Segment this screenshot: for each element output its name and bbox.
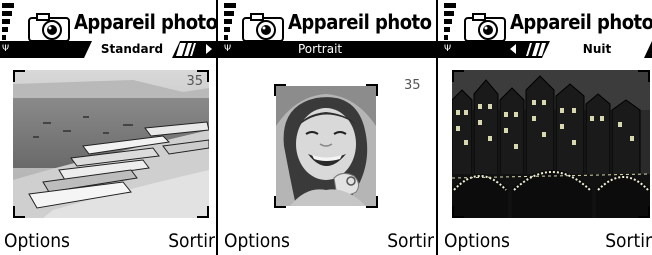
viewfinder: 35 [13, 70, 209, 218]
focus-corner [274, 84, 286, 96]
focus-corner [366, 84, 378, 96]
camera-screen-portrait: Appareil photo Ψ Portrait 35 Options Sor… [218, 0, 436, 255]
viewfinder-image [276, 86, 376, 206]
arrow-left-icon[interactable] [510, 44, 516, 54]
app-title: Appareil photo [74, 10, 216, 34]
viewfinder [452, 70, 650, 218]
focus-corner [197, 206, 209, 218]
options-softkey[interactable]: Options [4, 230, 70, 252]
viewfinder [274, 84, 378, 208]
camera-screen-night: Appareil photo Ψ Nuit Options Sortir [438, 0, 652, 255]
exit-softkey[interactable]: Sortir [168, 230, 215, 252]
exit-softkey[interactable]: Sortir [387, 230, 434, 252]
mode-tab-bar: Ψ Portrait [218, 41, 436, 58]
photo-count: 35 [404, 78, 421, 93]
camera-icon [28, 13, 70, 42]
antenna-icon: Ψ [224, 44, 232, 54]
arrow-right-icon[interactable] [206, 44, 212, 54]
app-title: Appareil photo [288, 10, 432, 34]
options-softkey[interactable]: Options [224, 230, 290, 252]
viewfinder-image [452, 70, 650, 218]
focus-corner [638, 206, 650, 218]
antenna-icon: Ψ [2, 44, 10, 54]
mode-tab-bar: Ψ Nuit [438, 41, 652, 58]
camera-icon [242, 13, 284, 42]
focus-corner [638, 70, 650, 82]
camera-icon [464, 13, 506, 42]
focus-corner [366, 196, 378, 208]
mode-tab-bar: Ψ Standard [0, 41, 216, 58]
photo-count: 35 [186, 74, 203, 89]
mode-tab-night[interactable]: Nuit [542, 41, 652, 58]
viewfinder-image [13, 70, 209, 218]
tab-stripes [176, 43, 196, 56]
antenna-icon: Ψ [444, 44, 452, 54]
mode-tab-portrait[interactable]: Portrait [298, 41, 342, 58]
focus-corner [452, 70, 464, 82]
tab-stripes [526, 43, 546, 56]
options-softkey[interactable]: Options [444, 230, 510, 252]
exit-softkey[interactable]: Sortir [605, 230, 652, 252]
focus-corner [452, 206, 464, 218]
app-title: Appareil photo [510, 10, 652, 34]
mode-tab-standard[interactable]: Standard [84, 41, 180, 58]
focus-corner [13, 206, 25, 218]
focus-corner [274, 196, 286, 208]
camera-screen-standard: Appareil photo Ψ Standard 35 Options Sor… [0, 0, 216, 255]
focus-corner [13, 70, 25, 82]
